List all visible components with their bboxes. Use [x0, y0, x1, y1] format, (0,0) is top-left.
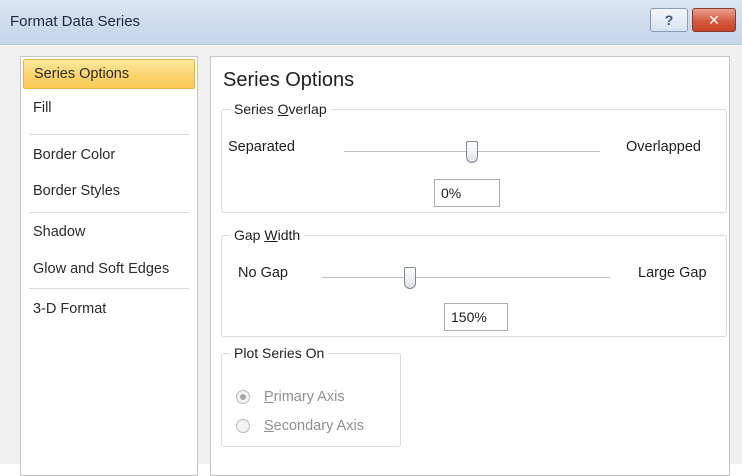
category-list: Series Options Fill Border Color Border …: [20, 56, 198, 476]
nav-item-series-options[interactable]: Series Options: [23, 59, 195, 89]
nav-item-fill[interactable]: Fill: [23, 93, 195, 123]
overlap-slider-thumb[interactable]: [466, 141, 478, 163]
format-data-series-dialog: Format Data Series ? ✕ Series Options Fi…: [0, 0, 742, 476]
nav-item-label: Fill: [33, 100, 52, 116]
gap-max-label: Large Gap: [638, 265, 707, 281]
dialog-title: Format Data Series: [10, 13, 141, 30]
nav-item-shadow[interactable]: Shadow: [23, 217, 195, 247]
secondary-axis-label: Secondary Axis: [264, 418, 364, 434]
gap-value-input[interactable]: 150%: [444, 303, 508, 331]
gap-width-group: Gap Width No Gap Large Gap 150%: [221, 227, 727, 337]
nav-item-label: Shadow: [33, 224, 86, 240]
close-button[interactable]: ✕: [692, 8, 736, 32]
panel-title: Series Options: [223, 69, 355, 91]
plot-series-on-legend: Plot Series On: [234, 345, 325, 361]
series-overlap-group: Series Overlap Separated Overlapped 0%: [221, 101, 727, 213]
radio-selected-dot: [240, 394, 246, 400]
title-bar[interactable]: Format Data Series ? ✕: [0, 0, 742, 45]
nav-separator: [29, 288, 189, 289]
nav-separator: [29, 212, 189, 213]
nav-item-border-color[interactable]: Border Color: [23, 140, 195, 170]
options-panel: Series Options Series Overlap Separated …: [210, 56, 730, 476]
close-icon: ✕: [708, 11, 720, 28]
primary-axis-label: Primary Axis: [264, 389, 345, 405]
nav-separator: [29, 134, 189, 135]
gap-slider-track[interactable]: [322, 277, 610, 278]
help-icon: ?: [664, 12, 674, 28]
dialog-body: Series Options Fill Border Color Border …: [0, 46, 742, 476]
overlap-value-input[interactable]: 0%: [434, 179, 500, 207]
nav-item-label: Border Styles: [33, 183, 121, 199]
primary-axis-radio-circle[interactable]: [236, 390, 250, 404]
secondary-axis-radio[interactable]: Secondary Axis: [236, 416, 364, 436]
secondary-axis-radio-circle[interactable]: [236, 419, 250, 433]
gap-width-legend: Gap Width: [234, 227, 301, 243]
plot-series-on-group: Plot Series On Primary Axis Secondary Ax…: [221, 345, 401, 447]
primary-axis-radio[interactable]: Primary Axis: [236, 387, 345, 407]
nav-item-3d-format[interactable]: 3-D Format: [23, 294, 195, 324]
help-button[interactable]: ?: [650, 8, 688, 32]
nav-item-label: 3-D Format: [33, 301, 107, 317]
nav-item-glow-soft-edges[interactable]: Glow and Soft Edges: [23, 254, 195, 284]
nav-item-label: Border Color: [33, 147, 116, 163]
gap-min-label: No Gap: [238, 265, 288, 281]
nav-item-label: Series Options: [34, 66, 130, 82]
gap-slider-thumb[interactable]: [404, 267, 416, 289]
nav-item-label: Glow and Soft Edges: [33, 261, 170, 277]
series-overlap-legend: Series Overlap: [234, 101, 327, 117]
overlap-max-label: Overlapped: [626, 139, 701, 155]
overlap-min-label: Separated: [228, 139, 295, 155]
nav-item-border-styles[interactable]: Border Styles: [23, 176, 195, 206]
